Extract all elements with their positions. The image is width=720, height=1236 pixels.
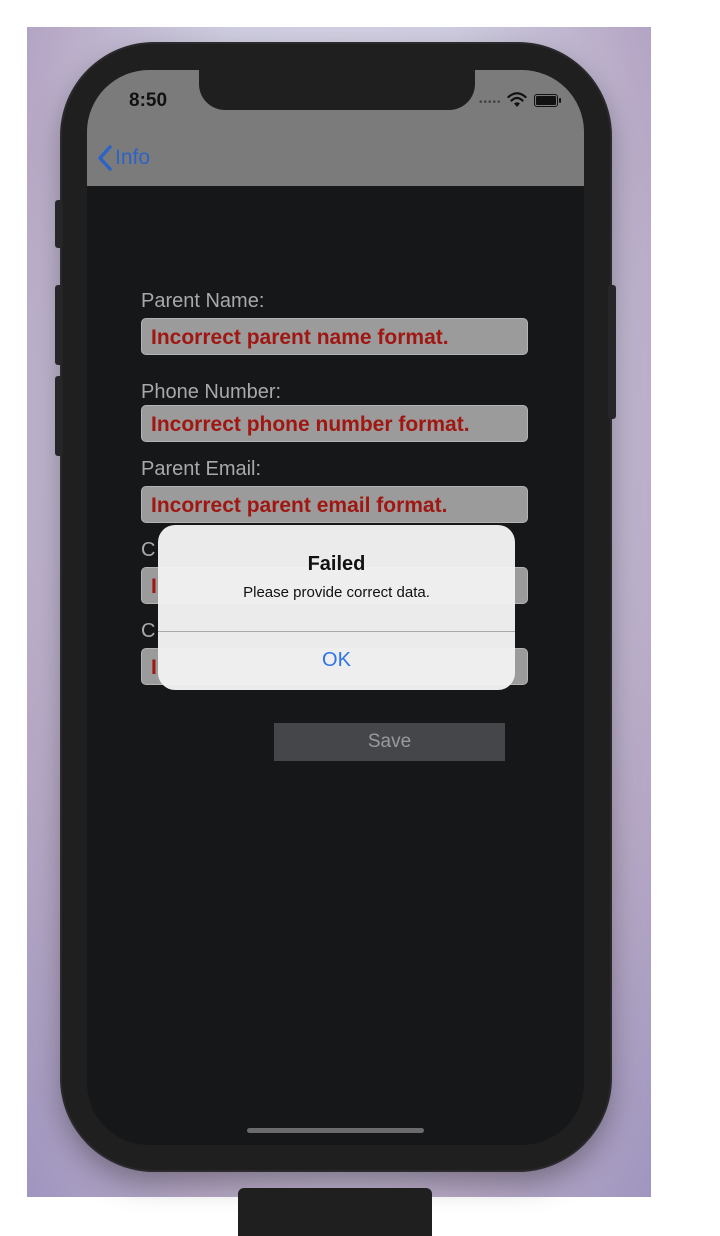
child-field-label-2: C: [141, 620, 156, 642]
alert-ok-button[interactable]: OK: [158, 632, 515, 690]
simulator-bottom-bar: [238, 1188, 432, 1236]
parent-name-label: Parent Name:: [141, 290, 265, 312]
phone-number-label: Phone Number:: [141, 381, 282, 403]
chevron-left-icon: [98, 145, 112, 171]
child-field-label-1: C: [141, 539, 156, 561]
parent-name-field[interactable]: Incorrect parent name format.: [141, 318, 528, 355]
parent-email-label: Parent Email:: [141, 458, 262, 480]
back-button-label: Info: [115, 146, 151, 169]
parent-email-field[interactable]: Incorrect parent email format.: [141, 486, 528, 523]
home-indicator: [247, 1128, 424, 1133]
mute-switch: [55, 200, 63, 248]
power-button: [608, 285, 616, 419]
signal-icon: •••••: [479, 97, 502, 108]
save-button[interactable]: Save: [274, 723, 505, 761]
volume-down-button: [55, 376, 63, 456]
alert-message: Please provide correct data.: [243, 584, 430, 601]
alert-title: Failed: [307, 553, 366, 575]
phone-number-field[interactable]: Incorrect phone number format.: [141, 405, 528, 442]
wifi-icon: [507, 92, 527, 107]
battery-icon: [534, 94, 561, 107]
status-time: 8:50: [129, 90, 168, 111]
failed-alert-dialog: Failed Please provide correct data. OK: [158, 525, 515, 690]
navigation-bar: 8:50 ••••• Info: [87, 70, 584, 186]
notch: [199, 70, 475, 110]
volume-up-button: [55, 285, 63, 365]
back-button[interactable]: Info: [97, 143, 150, 173]
